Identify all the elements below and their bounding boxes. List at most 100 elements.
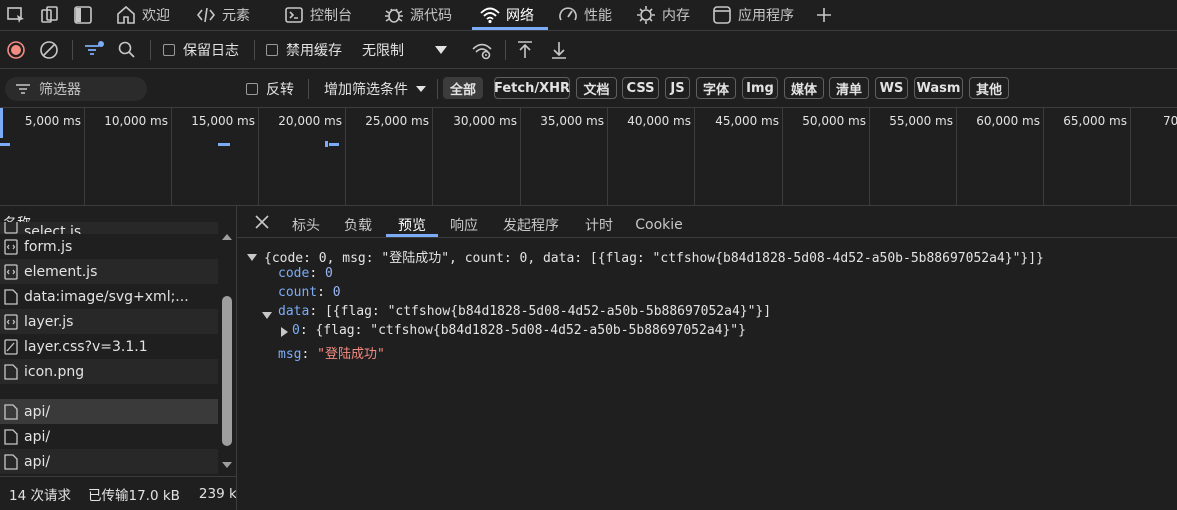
- filter-toggle-button[interactable]: [83, 31, 105, 69]
- tab-response[interactable]: 响应: [443, 206, 485, 238]
- throttle-select[interactable]: 无限制: [362, 31, 448, 69]
- close-details-button[interactable]: [251, 206, 273, 238]
- more-filters-dropdown[interactable]: 增加筛选条件: [324, 69, 426, 108]
- timeline-overview[interactable]: 5,000 ms 10,000 ms 15,000 ms 20,000 ms 2…: [0, 108, 1177, 206]
- scroll-up-icon[interactable]: [220, 232, 234, 242]
- tab-performance[interactable]: 性能: [558, 0, 612, 30]
- upload-icon: [518, 41, 532, 58]
- script-file-icon: [4, 313, 18, 330]
- json-property[interactable]: data: [{flag: "ctfshow{b84d1828-5d08-4d5…: [278, 304, 771, 319]
- filter-type-other[interactable]: 其他: [969, 77, 1009, 99]
- list-item[interactable]: layer.js: [0, 309, 218, 334]
- record-button[interactable]: [6, 31, 26, 69]
- document-file-icon: [4, 403, 18, 420]
- expand-triangle-icon[interactable]: [280, 327, 289, 337]
- list-item[interactable]: icon.png: [0, 359, 218, 384]
- list-item[interactable]: layer.css?v=3.1.1: [0, 334, 218, 359]
- list-item[interactable]: api/: [0, 424, 218, 449]
- checkbox[interactable]: [163, 44, 175, 56]
- filter-type-ws[interactable]: WS: [875, 77, 908, 99]
- request-details: 标头 负载 预览 响应 发起程序 计时 Cookie {code: 0, msg…: [237, 206, 1177, 510]
- json-key: count: [278, 285, 318, 300]
- preserve-log-checkbox[interactable]: 保留日志: [163, 31, 239, 69]
- scroll-down-icon[interactable]: [220, 460, 234, 470]
- document-file-icon: [4, 428, 18, 445]
- tab-label: 欢迎: [142, 8, 170, 24]
- export-har-button[interactable]: [550, 31, 568, 69]
- scrollbar-thumb[interactable]: [222, 296, 232, 446]
- filter-type-media[interactable]: 媒体: [784, 77, 824, 99]
- json-property[interactable]: 0: {flag: "ctfshow{b84d1828-5d08-4d52-a5…: [292, 323, 746, 338]
- timeline-tick: 45,000 ms: [715, 114, 779, 128]
- active-tab-indicator: [472, 27, 548, 30]
- filter-type-fetch-xhr[interactable]: Fetch/XHR: [494, 77, 570, 99]
- overview-left-handle[interactable]: [0, 108, 3, 138]
- collapse-triangle-icon[interactable]: [262, 310, 272, 320]
- list-item[interactable]: api/: [0, 449, 218, 474]
- tab-application[interactable]: 应用程序: [712, 0, 794, 30]
- tab-payload[interactable]: 负载: [337, 206, 379, 238]
- tab-cookies[interactable]: Cookie: [632, 206, 686, 238]
- json-root-summary[interactable]: {code: 0, msg: "登陆成功", count: 0, data: […: [264, 247, 1044, 266]
- tab-welcome[interactable]: 欢迎: [116, 0, 170, 30]
- import-har-button[interactable]: [516, 31, 534, 69]
- collapse-triangle-icon[interactable]: [247, 252, 257, 262]
- invert-checkbox[interactable]: 反转: [246, 69, 294, 108]
- plus-icon: [817, 8, 831, 22]
- timeline-tick: 5,000 ms: [24, 114, 81, 128]
- json-key: code: [278, 266, 310, 281]
- more-tabs-button[interactable]: [814, 0, 834, 30]
- filter-type-css[interactable]: CSS: [622, 77, 659, 99]
- list-item[interactable]: select.js: [0, 222, 218, 234]
- device-toolbar-button[interactable]: [40, 0, 60, 30]
- timeline-tick: 65,000 ms: [1063, 114, 1127, 128]
- tab-timing[interactable]: 计时: [578, 206, 620, 238]
- filter-type-doc[interactable]: 文档: [576, 77, 617, 99]
- filter-type-manifest[interactable]: 清单: [829, 77, 869, 99]
- tab-label: 性能: [584, 8, 612, 24]
- memory-chip-icon: [637, 6, 655, 24]
- list-item[interactable]: data:image/svg+xml;...: [0, 284, 218, 309]
- timeline-tick: 50,000 ms: [802, 114, 866, 128]
- timeline-tick: 55,000 ms: [889, 114, 953, 128]
- json-key: 0: [292, 323, 300, 338]
- document-file-icon: [4, 453, 18, 470]
- tab-elements[interactable]: 元素: [196, 0, 250, 30]
- tab-initiator[interactable]: 发起程序: [496, 206, 566, 238]
- panel-toggle-button[interactable]: [73, 0, 93, 30]
- search-button[interactable]: [118, 31, 136, 69]
- filter-type-js[interactable]: JS: [665, 77, 690, 99]
- chevron-down-icon: [435, 46, 447, 54]
- filter-input[interactable]: 筛选器: [5, 77, 147, 101]
- bug-icon: [385, 8, 403, 23]
- filter-type-all[interactable]: 全部: [443, 77, 483, 99]
- close-icon: [255, 215, 269, 229]
- tab-headers[interactable]: 标头: [285, 206, 327, 238]
- summary-bar: 14 次请求 已传输17.0 kB 239 k: [0, 476, 236, 510]
- json-property: count: 0: [278, 285, 341, 300]
- console-icon: [285, 7, 303, 23]
- disable-cache-checkbox[interactable]: 禁用缓存: [266, 31, 342, 69]
- timeline-tick: 30,000 ms: [453, 114, 517, 128]
- list-item[interactable]: element.js: [0, 259, 218, 284]
- filter-type-img[interactable]: Img: [742, 77, 778, 99]
- script-file-icon: [4, 238, 18, 255]
- list-item-selected[interactable]: api/: [0, 399, 218, 424]
- timeline-tick: 40,000 ms: [627, 114, 691, 128]
- filter-type-wasm[interactable]: Wasm: [914, 77, 963, 99]
- tab-memory[interactable]: 内存: [636, 0, 690, 30]
- clear-button[interactable]: [39, 31, 59, 69]
- inspect-element-button[interactable]: [6, 0, 26, 30]
- checkbox[interactable]: [266, 44, 278, 56]
- checkbox[interactable]: [246, 82, 258, 95]
- network-conditions-button[interactable]: [472, 31, 494, 69]
- request-bar: [325, 141, 328, 147]
- tab-sources[interactable]: 源代码: [384, 0, 452, 30]
- timeline-tick: 60,000 ms: [976, 114, 1040, 128]
- request-name: element.js: [24, 263, 98, 280]
- filter-type-font[interactable]: 字体: [696, 77, 736, 99]
- list-item[interactable]: form.js: [0, 234, 218, 259]
- json-array-summary: [{flag: "ctfshow{b84d1828-5d08-4d52-a50b…: [324, 304, 772, 319]
- tab-network[interactable]: 网络: [480, 0, 534, 30]
- tab-console[interactable]: 控制台: [284, 0, 352, 30]
